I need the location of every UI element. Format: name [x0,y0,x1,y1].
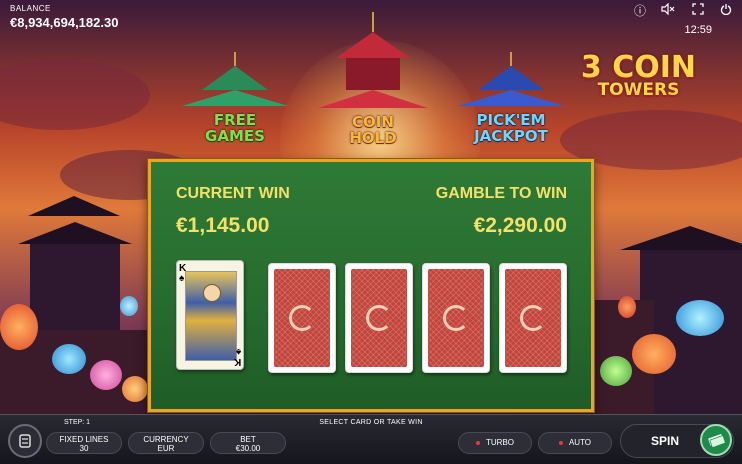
info-icon[interactable]: ⓘ [632,3,648,19]
tower-roof [336,32,410,58]
tower-roof [458,90,564,106]
gamble-to-win-value: €2,290.00 [473,214,567,237]
current-win-label: CURRENT WIN [176,185,290,202]
lantern [632,334,676,374]
coin-stack-icon [19,434,31,448]
auto-button[interactable]: AUTO [538,432,612,454]
lantern [676,300,724,336]
card-back-1[interactable] [268,263,336,373]
lantern [52,344,86,374]
power-icon[interactable] [718,3,734,19]
tower-roof [478,66,544,90]
tower-pickem-jackpot: PICK'EM JACKPOT [456,52,566,160]
lantern [0,304,38,350]
step-indicator: STEP: 1 [64,419,91,426]
dealer-card-king-spades: K ♠ K ♠ [176,260,244,370]
card-emblem-icon [289,305,315,331]
menu-button[interactable] [8,424,42,458]
clock: 12:59 [684,24,712,36]
pagoda-roof-right [620,226,742,250]
tower-free-games: FREE GAMES [180,52,290,160]
turbo-status-dot [476,440,480,445]
card-back-2[interactable] [345,263,413,373]
card-back-3[interactable] [422,263,490,373]
fullscreen-icon[interactable] [690,3,706,19]
game-logo: 3 COIN TOWERS [580,50,696,100]
cloud [0,60,150,130]
lantern [600,356,632,386]
take-win-cash-button[interactable] [700,424,732,456]
card-emblem-icon [366,305,392,331]
balance-label: BALANCE [10,4,51,13]
balance-value: €8,934,694,182.30 [10,15,119,30]
tower-sign-free-games: FREE GAMES [205,111,265,145]
king-figure-icon [185,271,237,361]
lantern [122,376,148,402]
pagoda-roof-left-2 [28,196,120,216]
auto-status-dot [558,440,563,445]
card-emblem-icon [443,305,469,331]
lantern [618,296,636,318]
tower-sign-coin-hold: COIN HOLD [349,113,397,147]
tower-coin-hold: COIN HOLD [318,12,428,160]
currency-pill[interactable]: CURRENCY EUR [128,432,204,454]
tower-sign-pickem-jackpot: PICK'EM JACKPOT [474,111,548,145]
cash-stack-icon [708,434,726,448]
gamble-to-win-label: GAMBLE TO WIN [435,185,567,202]
lantern [120,296,138,316]
pagoda-roof-left [18,222,132,244]
turbo-button[interactable]: TURBO [458,432,532,454]
sound-muted-icon[interactable] [660,2,676,19]
tower-roof [318,90,428,108]
fixed-lines-pill: FIXED LINES 30 [46,432,122,454]
card-back-4[interactable] [499,263,567,373]
tower-roof [202,66,268,90]
lantern [90,360,122,390]
bet-pill[interactable]: BET €30.00 [210,432,286,454]
tower-roof [182,90,288,106]
card-corner-bottom: K ♠ [233,346,241,367]
card-emblem-icon [520,305,546,331]
current-win-value: €1,145.00 [176,214,270,237]
